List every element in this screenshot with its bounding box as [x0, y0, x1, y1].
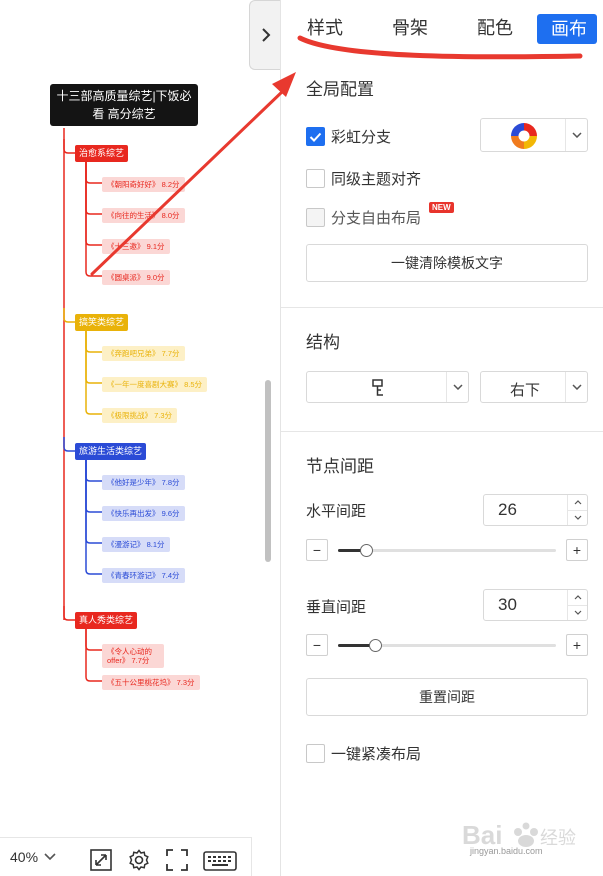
annotation-underline — [297, 35, 583, 60]
annotation-overlay — [90, 35, 583, 276]
annotation-arrow-line — [90, 88, 286, 276]
annotation-arrow-head — [272, 72, 296, 97]
